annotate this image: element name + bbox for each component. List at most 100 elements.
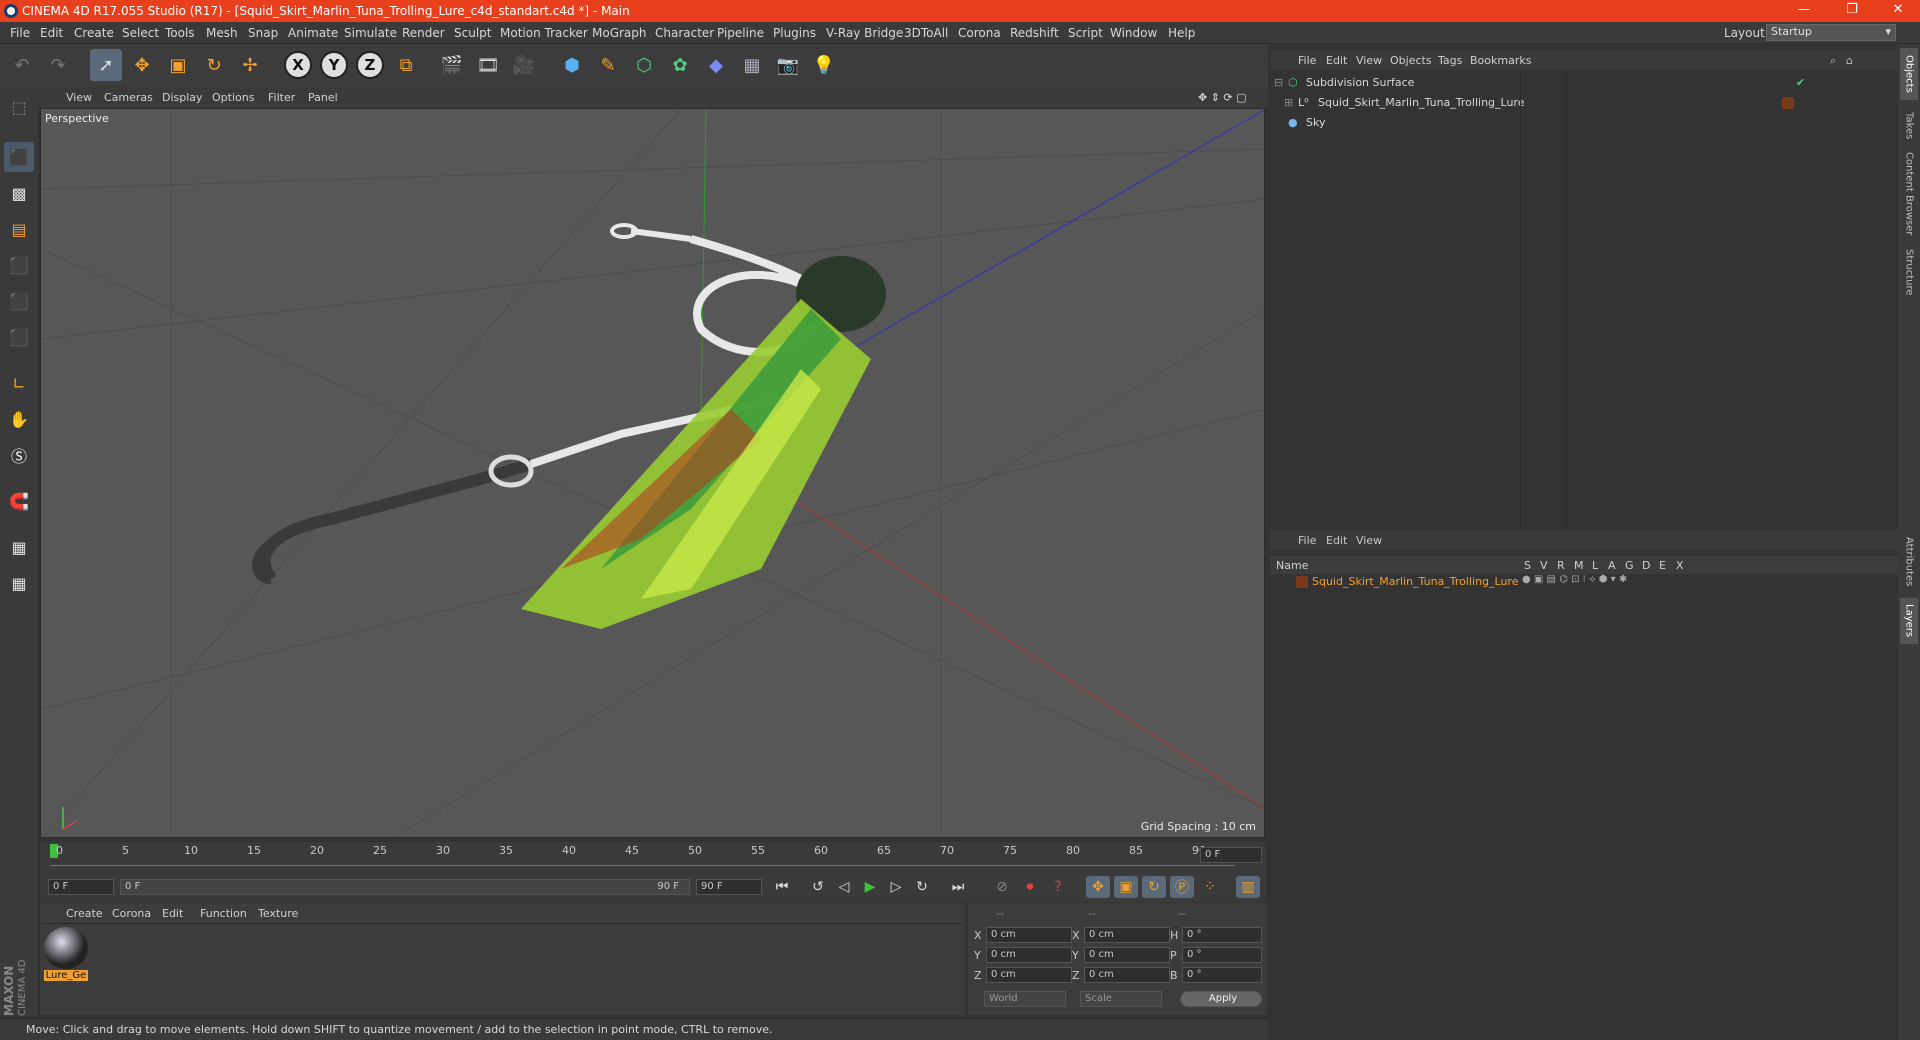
model-mode-icon[interactable]: ⬛ [4, 142, 34, 172]
points-mode-icon[interactable]: ⬛ [4, 250, 34, 280]
start-frame-field[interactable]: 0 F [48, 879, 114, 895]
timeline-window-icon[interactable]: ▥ [1236, 876, 1260, 898]
previous-key-icon[interactable]: ↺ [806, 876, 830, 898]
obj-menu-tags[interactable]: Tags [1438, 54, 1462, 67]
play-icon[interactable]: ▶ [858, 876, 882, 898]
object-name[interactable]: Squid_Skirt_Marlin_Tuna_Trolling_Lure [1318, 96, 1524, 109]
keyframe-selection-icon[interactable]: ? [1046, 876, 1070, 898]
menu-plugins[interactable]: Plugins [773, 26, 816, 40]
menu-motion-tracker[interactable]: Motion Tracker [500, 26, 588, 40]
subdivision-icon[interactable]: ⬡ [628, 49, 660, 81]
size-y-field[interactable]: 0 cm [1084, 947, 1170, 963]
vp-menu-cameras[interactable]: Cameras [104, 91, 153, 104]
light-icon[interactable]: 💡 [808, 49, 840, 81]
coordinate-system-icon[interactable]: ⧉ [390, 49, 422, 81]
position-y-field[interactable]: 0 cm [986, 947, 1072, 963]
ruler-track[interactable]: 0 5 10 15 20 25 30 35 40 45 50 55 60 65 … [50, 844, 1235, 866]
obj-menu-view[interactable]: View [1356, 54, 1382, 67]
menu-animate[interactable]: Animate [288, 26, 338, 40]
tab-layers[interactable]: Layers [1900, 598, 1918, 644]
obj-menu-edit[interactable]: Edit [1326, 54, 1347, 67]
coord-mode-select[interactable]: World [984, 991, 1066, 1007]
vp-menu-view[interactable]: View [66, 91, 92, 104]
coord-scale-select[interactable]: Scale [1080, 991, 1162, 1007]
layer-menu-view[interactable]: View [1356, 534, 1382, 547]
position-x-field[interactable]: 0 cm [986, 927, 1072, 943]
menu-vray-bridge[interactable]: V-Ray Bridge [826, 26, 903, 40]
next-key-icon[interactable]: ↻ [910, 876, 934, 898]
menu-create[interactable]: Create [74, 26, 114, 40]
current-frame-field[interactable]: 0 F [1200, 847, 1262, 863]
record-keys-icon[interactable]: ⊘ [990, 876, 1014, 898]
y-axis-button[interactable]: Y [318, 49, 350, 81]
key-scale-icon[interactable]: ▣ [1114, 876, 1138, 898]
layer-menu-edit[interactable]: Edit [1326, 534, 1347, 547]
magnet-icon[interactable]: 🧲 [4, 486, 34, 516]
mat-menu-corona[interactable]: Corona [112, 907, 151, 920]
menu-sculpt[interactable]: Sculpt [454, 26, 491, 40]
next-frame-icon[interactable]: ▷ [884, 876, 908, 898]
checkmark-icon[interactable]: ✔ [1796, 76, 1805, 89]
menu-snap[interactable]: Snap [248, 26, 278, 40]
rotation-p-field[interactable]: 0 ° [1182, 947, 1262, 963]
layout-select[interactable]: Startup ▾ [1766, 24, 1896, 41]
minimize-button[interactable]: — [1786, 2, 1822, 17]
menu-tools[interactable]: Tools [165, 26, 195, 40]
object-row[interactable]: ⊞ L⁰ Squid_Skirt_Marlin_Tuna_Trolling_Lu… [1270, 94, 1898, 112]
size-x-field[interactable]: 0 cm [1084, 927, 1170, 943]
autokey-icon[interactable]: ⏺ [1018, 876, 1042, 898]
make-editable-icon[interactable]: ⬚ [4, 92, 34, 122]
rotate-icon[interactable]: ↻ [198, 49, 230, 81]
object-name[interactable]: Sky [1306, 116, 1325, 129]
restore-button[interactable]: ❐ [1834, 2, 1870, 17]
previous-frame-icon[interactable]: ◁ [832, 876, 856, 898]
menu-corona[interactable]: Corona [958, 26, 1001, 40]
workplane-icon[interactable]: ▤ [4, 214, 34, 244]
vp-menu-display[interactable]: Display [162, 91, 203, 104]
menu-mograph[interactable]: MoGraph [592, 26, 647, 40]
object-name[interactable]: Subdivision Surface [1306, 76, 1414, 89]
key-param-icon[interactable]: Ⓟ [1170, 876, 1194, 898]
deformer-icon[interactable]: ◆ [700, 49, 732, 81]
timeline-ruler[interactable]: 0 5 10 15 20 25 30 35 40 45 50 55 60 65 … [40, 842, 1266, 872]
render-view-icon[interactable]: 🎬 [436, 49, 468, 81]
menu-pipeline[interactable]: Pipeline [717, 26, 764, 40]
go-to-start-icon[interactable]: ⏮ [770, 876, 794, 898]
polygons-mode-icon[interactable]: ⬛ [4, 322, 34, 352]
go-to-end-icon[interactable]: ⏭ [946, 876, 970, 898]
obj-menu-objects[interactable]: Objects [1390, 54, 1432, 67]
menu-select[interactable]: Select [122, 26, 159, 40]
viewport-3d[interactable]: Perspective Grid Spacing : 10 cm [40, 108, 1265, 838]
menu-character[interactable]: Character [655, 26, 714, 40]
menu-redshift[interactable]: Redshift [1010, 26, 1059, 40]
key-rotation-icon[interactable]: ↻ [1142, 876, 1166, 898]
apply-button[interactable]: Apply [1180, 991, 1262, 1007]
menu-edit[interactable]: Edit [40, 26, 63, 40]
layer-menu-file[interactable]: File [1298, 534, 1316, 547]
axis-mode-icon[interactable]: ∟ [4, 368, 34, 398]
mat-menu-edit[interactable]: Edit [162, 907, 183, 920]
x-axis-button[interactable]: X [282, 49, 314, 81]
render-picture-viewer-icon[interactable]: 🎞 [472, 49, 504, 81]
obj-menu-file[interactable]: File [1298, 54, 1316, 67]
vp-menu-panel[interactable]: Panel [308, 91, 338, 104]
layer-name[interactable]: Squid_Skirt_Marlin_Tuna_Trolling_Lure [1312, 575, 1518, 588]
material-swatch[interactable]: Lure_Ge [44, 927, 88, 985]
pen-spline-icon[interactable]: ✎ [592, 49, 624, 81]
object-row[interactable]: ⊟ ⬡ Subdivision Surface ✔ [1270, 74, 1898, 92]
layer-color-swatch[interactable] [1296, 576, 1308, 588]
close-button[interactable]: ✕ [1880, 2, 1916, 17]
tweak-mode-icon[interactable]: ✋ [4, 404, 34, 434]
mat-menu-texture[interactable]: Texture [258, 907, 298, 920]
camera-icon[interactable]: 📷 [772, 49, 804, 81]
menu-simulate[interactable]: Simulate [344, 26, 397, 40]
collapse-icon[interactable]: ⊟ [1274, 76, 1283, 89]
locked-workplane-icon[interactable]: ▦ [4, 532, 34, 562]
menu-file[interactable]: File [10, 26, 30, 40]
tab-takes[interactable]: Takes [1900, 106, 1918, 146]
menu-window[interactable]: Window [1110, 26, 1157, 40]
home-icon[interactable]: ⌂ [1846, 54, 1853, 67]
edges-mode-icon[interactable]: ⬛ [4, 286, 34, 316]
layer-toggle-icons[interactable]: ● ▣ ▤ ⌬ ⊡ ⁝ ⟡ ⬢ ▾ ✱ [1522, 574, 1627, 585]
render-settings-icon[interactable]: 🎥 [508, 49, 540, 81]
